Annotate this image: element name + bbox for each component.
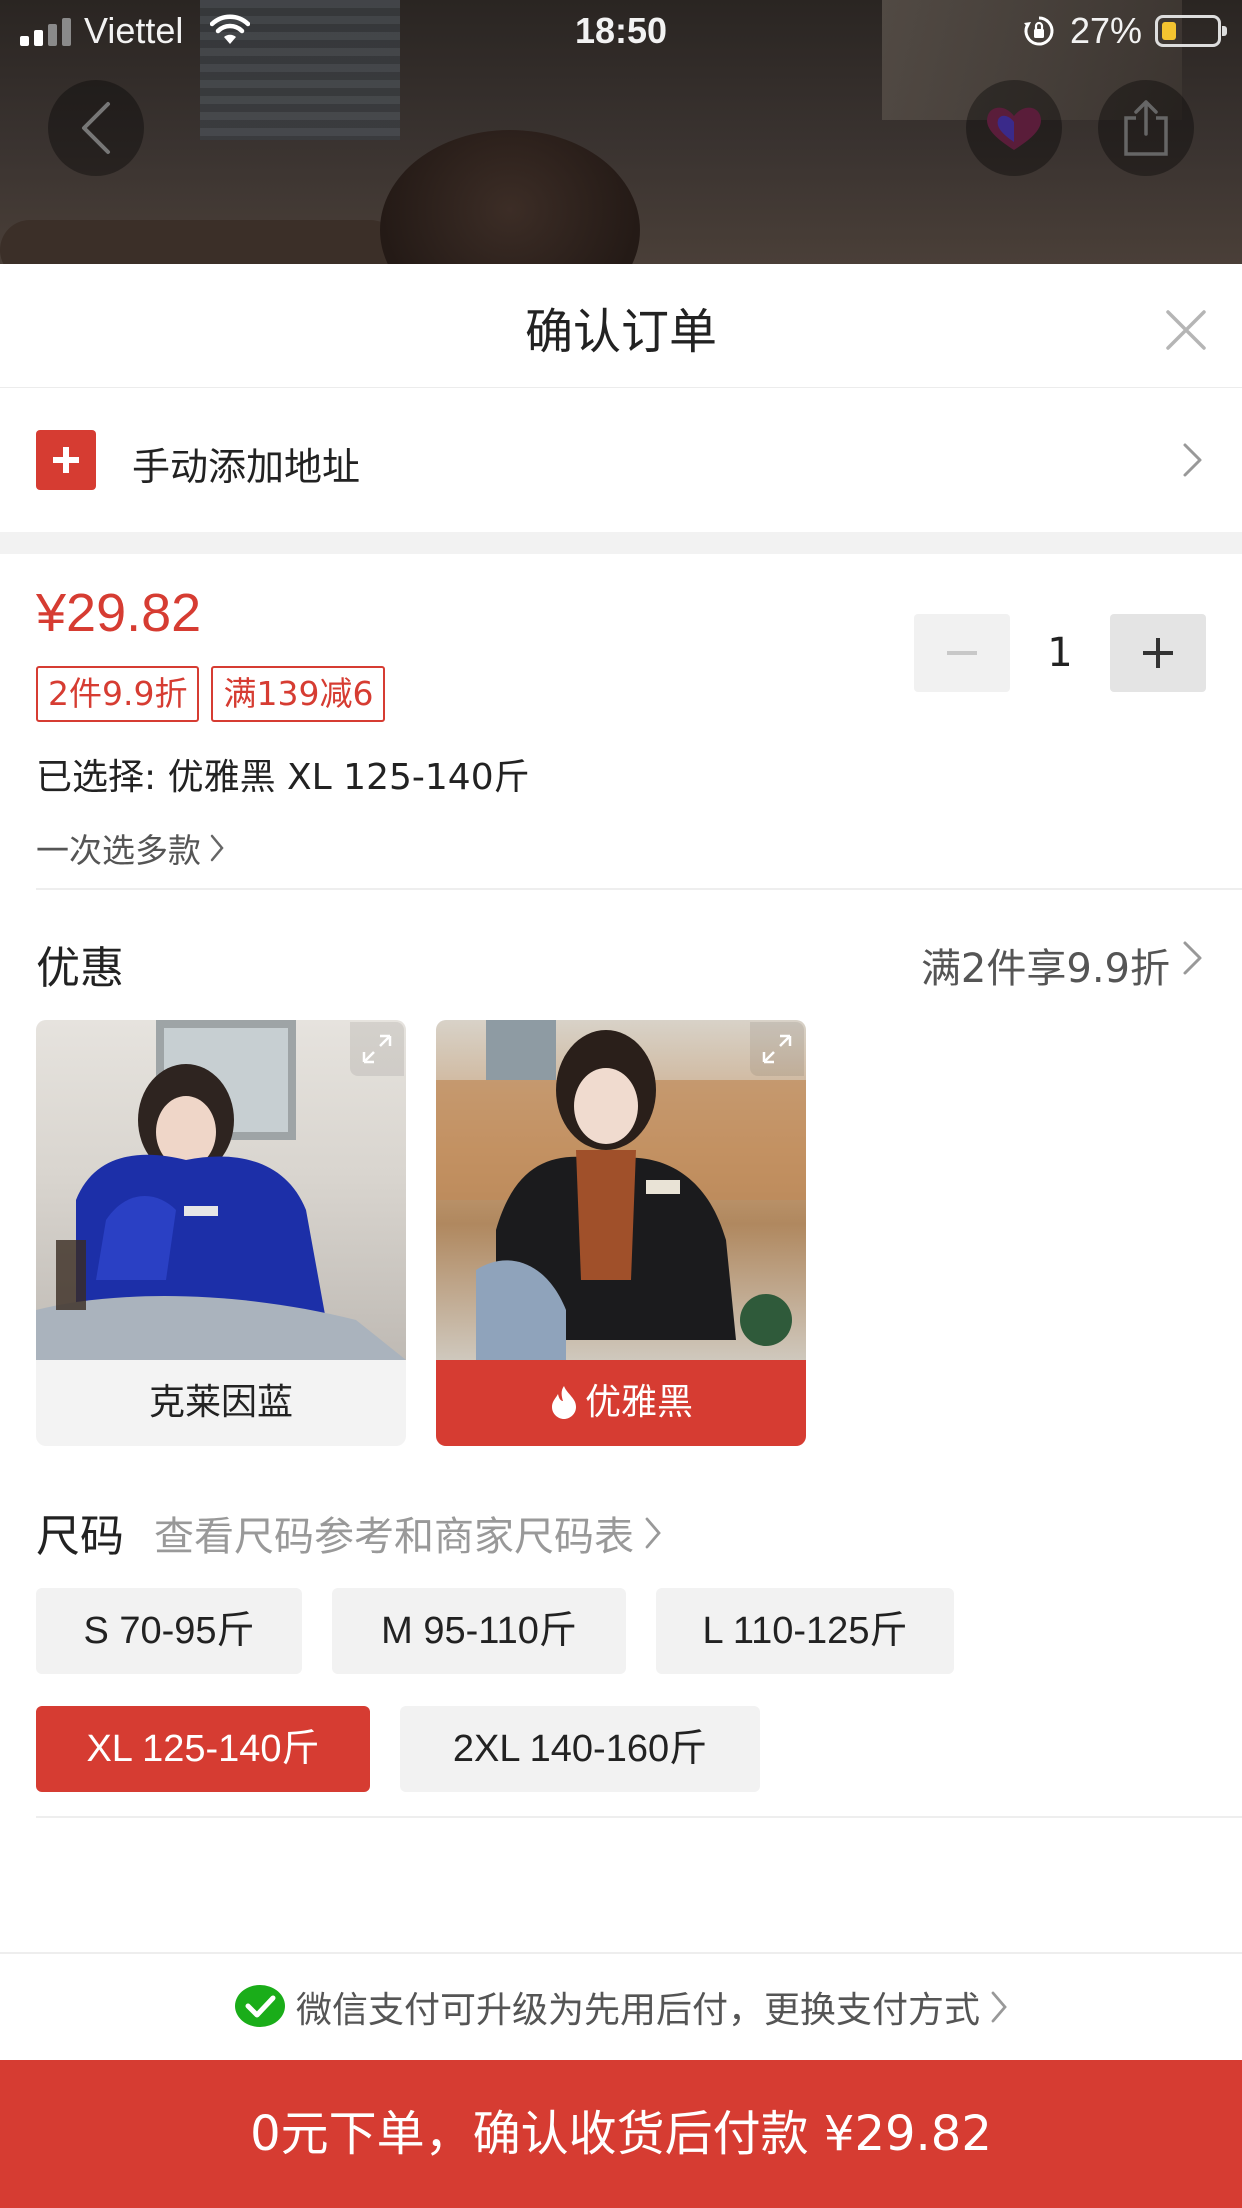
place-order-button[interactable]: 0元下单，确认收货后付款 ¥29.82 [0,2060,1242,2208]
size-option-2xl[interactable]: 2XL 140-160斤 [400,1706,760,1792]
color-option-black[interactable]: 优雅黑 [436,1020,806,1446]
discount-section-header[interactable]: 优惠 满2件享9.9折 [36,890,1242,1020]
size-chart-label: 查看尺码参考和商家尺码表 [154,1514,634,1560]
discount-info: 满2件享9.9折 [920,946,1170,992]
decrease-button[interactable] [914,614,1010,692]
wechat-icon [234,1985,285,2027]
price: ¥29.82 [36,583,202,643]
product-summary: ¥29.82 2件9.9折 满139减6 已选择: 优雅黑 XL 125-140… [36,554,1242,890]
multi-select-label: 一次选多款 [36,831,201,870]
size-option-l[interactable]: L 110-125斤 [656,1588,954,1674]
backdrop-model-head [380,130,640,264]
quantity-value[interactable]: 1 [1010,630,1110,676]
sheet-header: 确认订单 [0,264,1242,388]
order-sheet: 确认订单 手动添加地址 ¥29.82 2件9.9折 满139减6 已选择: 优雅… [0,264,1242,2208]
status-bar: Viettel 18:50 27% [0,0,1242,62]
size-option-m[interactable]: M 95-110斤 [332,1588,626,1674]
back-button[interactable] [48,80,144,176]
add-address-label: 手动添加地址 [132,445,361,489]
battery-icon [1155,15,1227,47]
add-address-row[interactable]: 手动添加地址 [0,388,1242,532]
flame-icon [551,1386,576,1419]
size-chart-link[interactable]: 查看尺码参考和商家尺码表 [154,1504,662,1562]
plus-icon [36,430,96,490]
backdrop-couch [0,220,400,264]
payment-method-row[interactable]: 微信支付可升级为先用后付，更换支付方式 [0,1952,1242,2060]
orientation-lock-icon [1024,16,1054,46]
section-divider [0,532,1242,554]
payment-text: 微信支付可升级为先用后付，更换支付方式 [295,1990,980,2031]
color-label: 克莱因蓝 [148,1382,293,1423]
color-option-blue[interactable]: 克莱因蓝 [36,1020,406,1446]
brand-icon [987,107,1041,150]
color-label-row: 优雅黑 [436,1360,806,1446]
brand-button[interactable] [966,80,1062,176]
back-icon [82,102,110,154]
sheet-title: 确认订单 [524,304,717,360]
size-section-header: 尺码 查看尺码参考和商家尺码表 [36,1458,1242,1588]
selected-variant: 已选择: 优雅黑 XL 125-140斤 [36,757,530,798]
expand-icon[interactable] [750,1022,804,1076]
chevron-right-icon [1183,443,1202,477]
chevron-right-icon [210,834,224,862]
close-icon[interactable] [1162,306,1210,354]
minus-icon [947,651,977,655]
color-label: 优雅黑 [584,1382,693,1423]
expand-icon[interactable] [350,1022,404,1076]
size-options: S 70-95斤 M 95-110斤 L 110-125斤 XL 125-140… [36,1588,1242,1818]
multi-select-link[interactable]: 一次选多款 [36,824,225,872]
product-page-backdrop[interactable]: Viettel 18:50 27% [0,0,1242,264]
color-options: 克莱因蓝 优雅黑 [36,1020,1242,1458]
size-option-s[interactable]: S 70-95斤 [36,1588,302,1674]
increase-button[interactable] [1110,614,1206,692]
size-title: 尺码 [36,1511,124,1562]
quantity-stepper: 1 [914,614,1206,692]
share-button[interactable] [1098,80,1194,176]
chevron-right-icon [991,1991,1007,2023]
battery-percent: 27% [1070,10,1143,51]
promo-tag: 2件9.9折 [36,666,200,722]
chevron-right-icon [1183,941,1202,975]
size-option-xl[interactable]: XL 125-140斤 [36,1706,370,1792]
share-icon [1124,100,1168,156]
promo-tags: 2件9.9折 满139减6 [36,666,386,722]
battery-level [1162,22,1176,40]
chevron-right-icon [645,1517,661,1549]
discount-title: 优惠 [36,943,124,994]
promo-tag: 满139减6 [211,666,386,722]
